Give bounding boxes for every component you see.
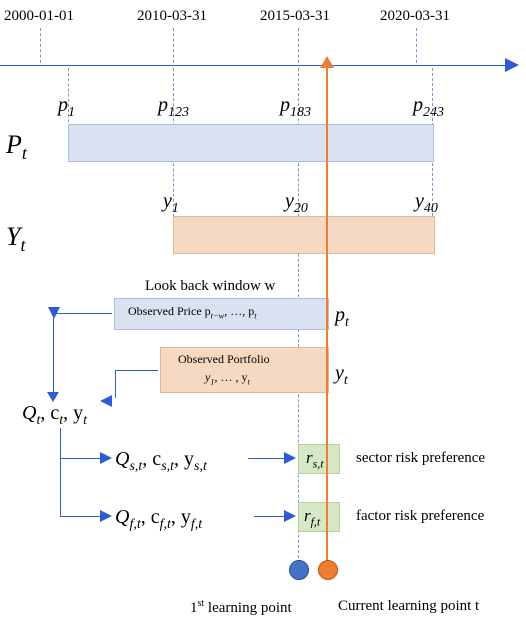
branch-vert-factor	[60, 458, 61, 516]
arrow-right-icon	[505, 58, 525, 72]
vline-date1-short	[40, 28, 41, 63]
arrow-right-rs-icon	[284, 452, 296, 464]
time-axis	[0, 65, 510, 66]
vline-date3-short	[298, 28, 299, 63]
factor-label: factor risk preference	[356, 508, 484, 525]
current-point-line	[326, 65, 328, 568]
Pt-label: Pt	[6, 130, 27, 164]
rf-text: rf,t	[304, 506, 320, 529]
y1-label: y1	[163, 190, 179, 217]
down-to-q-line	[53, 318, 54, 394]
observed-portfolio-title: Observed Portfolio	[178, 352, 270, 367]
first-learning-label: 1st learning point	[190, 598, 292, 617]
p183-label: p183	[280, 94, 311, 121]
Yt-label: Yt	[6, 222, 26, 256]
p1-label: p1	[58, 94, 75, 121]
y20-label: y20	[285, 190, 308, 217]
arrow-into-q-icon	[100, 395, 118, 407]
lookback-title: Look back window w	[145, 278, 275, 295]
p243-label: p243	[413, 94, 444, 121]
arrow-right-factor-icon	[100, 510, 112, 522]
arrow-right-rf-icon	[284, 510, 296, 522]
branch-horiz-factor	[60, 516, 102, 517]
sector-label: sector risk preference	[356, 450, 485, 467]
observed-price-text: Observed Price pt−w, …, pt	[128, 304, 257, 320]
yt-right-label: yt	[335, 362, 348, 389]
price-series-bar	[68, 124, 434, 162]
factor-expr: Qf,t, cf,t, yf,t	[115, 506, 202, 533]
q-c-y-label: Qt, ct, yt	[22, 402, 87, 429]
date-1: 2000-01-01	[4, 8, 74, 25]
y40-label: y40	[415, 190, 438, 217]
date-4: 2020-03-31	[380, 8, 450, 25]
vline-date4-short	[416, 28, 417, 63]
date-2: 2010-03-31	[137, 8, 207, 25]
portfolio-series-bar	[173, 216, 435, 254]
first-learning-circle	[289, 560, 309, 580]
elbow-horiz	[115, 370, 158, 371]
arrow-tip-down-icon	[48, 307, 60, 319]
current-learning-circle	[318, 560, 338, 580]
arrow-to-rf	[254, 516, 286, 517]
vline-date2-short	[173, 28, 174, 63]
elbow-vert	[115, 370, 116, 398]
branch-vert-sector	[60, 428, 61, 458]
diagram-root: 2000-01-01 2010-03-31 2015-03-31 2020-03…	[0, 0, 526, 628]
p123-label: p123	[158, 94, 189, 121]
branch-horiz-sector	[60, 458, 102, 459]
arrow-right-sector-icon	[100, 452, 112, 464]
arrow-to-price	[54, 313, 112, 314]
date-3: 2015-03-31	[260, 8, 330, 25]
arrow-down-icon	[47, 392, 59, 402]
current-learning-label: Current learning point t	[338, 598, 479, 615]
rs-text: rs,t	[306, 448, 324, 471]
observed-portfolio-items: y1, … , yt	[205, 370, 250, 386]
arrow-to-rs	[248, 458, 286, 459]
pt-right-label: pt	[335, 304, 349, 331]
arrow-up-icon	[320, 56, 334, 68]
sector-expr: Qs,t, cs,t, ys,t	[115, 448, 207, 475]
